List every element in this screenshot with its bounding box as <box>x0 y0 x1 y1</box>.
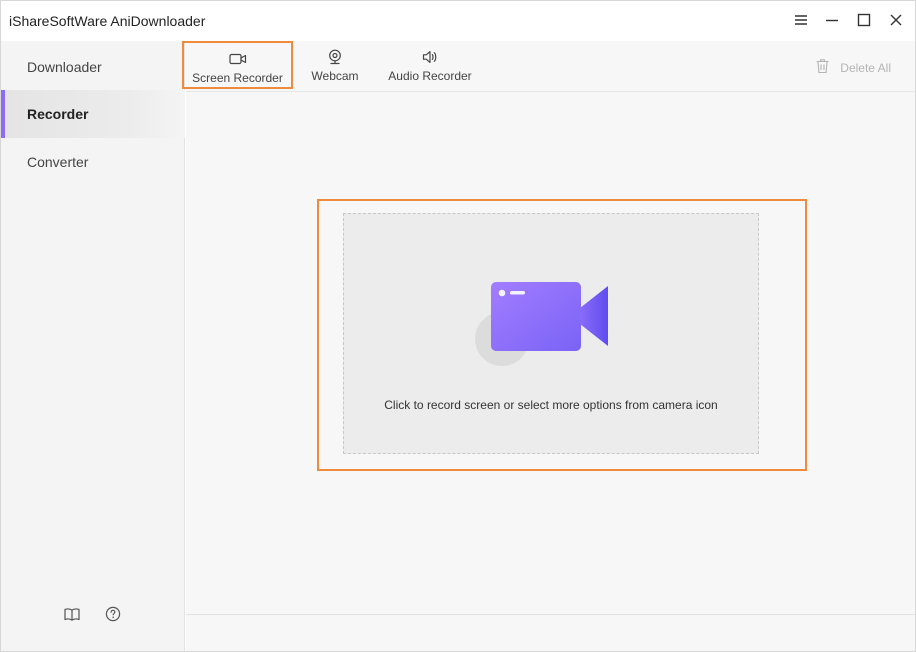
trash-icon <box>815 58 830 77</box>
sidebar-item-label: Converter <box>27 154 89 170</box>
camera-illustration[interactable] <box>474 280 614 370</box>
drop-zone-hint: Click to record screen or select more op… <box>384 398 718 412</box>
maximize-icon[interactable] <box>853 9 875 31</box>
title-bar: iShareSoftWare AniDownloader <box>1 1 915 41</box>
video-camera-icon <box>228 51 247 67</box>
sidebar-item-label: Recorder <box>27 106 89 122</box>
speaker-icon <box>422 49 438 65</box>
recorder-toolbar: Screen Recorder Webcam Audio Recorder De… <box>182 41 915 92</box>
sidebar-item-downloader[interactable]: Downloader <box>1 43 185 91</box>
sidebar-item-recorder[interactable]: Recorder <box>1 90 185 138</box>
tab-audio-recorder[interactable]: Audio Recorder <box>384 41 476 89</box>
close-icon[interactable] <box>885 9 907 31</box>
app-window: iShareSoftWare AniDownloader Downloader … <box>0 0 916 652</box>
tab-label: Webcam <box>311 69 359 83</box>
book-icon[interactable] <box>63 605 81 623</box>
help-icon[interactable] <box>104 605 122 623</box>
menu-icon[interactable] <box>790 9 812 31</box>
app-title: iShareSoftWare AniDownloader <box>9 13 206 29</box>
sidebar: Downloader Recorder Converter <box>1 41 185 651</box>
minimize-icon[interactable] <box>821 9 843 31</box>
delete-all-label: Delete All <box>840 60 891 75</box>
divider <box>186 614 915 615</box>
tab-webcam[interactable]: Webcam <box>304 41 366 89</box>
sidebar-item-label: Downloader <box>27 59 102 75</box>
delete-all-button[interactable]: Delete All <box>815 58 891 77</box>
tab-label: Audio Recorder <box>388 69 472 83</box>
tab-screen-recorder[interactable]: Screen Recorder <box>182 41 293 89</box>
sidebar-item-converter[interactable]: Converter <box>1 138 185 186</box>
tab-label: Screen Recorder <box>192 71 283 85</box>
main-panel: Screen Recorder Webcam Audio Recorder De… <box>182 41 915 651</box>
webcam-icon <box>328 49 342 65</box>
record-drop-zone[interactable]: Click to record screen or select more op… <box>343 213 759 454</box>
